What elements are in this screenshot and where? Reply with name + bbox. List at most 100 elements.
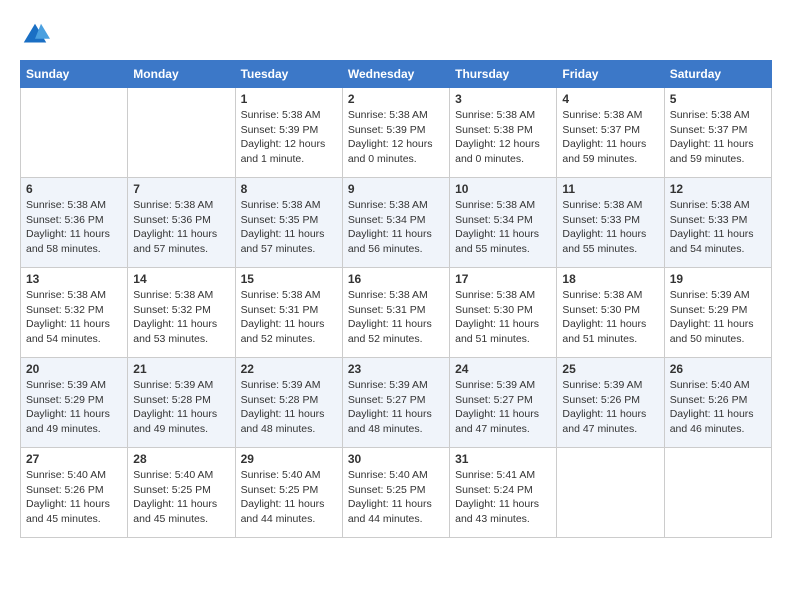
day-number: 2 xyxy=(348,92,444,106)
calendar-cell: 24 Sunrise: 5:39 AMSunset: 5:27 PMDayligh… xyxy=(450,358,557,448)
day-number: 13 xyxy=(26,272,122,286)
calendar-cell: 12 Sunrise: 5:38 AMSunset: 5:33 PMDayligh… xyxy=(664,178,771,268)
day-number: 11 xyxy=(562,182,658,196)
day-number: 17 xyxy=(455,272,551,286)
calendar-cell: 27Sunrise: 5:40 AMSunset: 5:26 PMDayligh… xyxy=(21,448,128,538)
calendar-cell: 17 Sunrise: 5:38 AMSunset: 5:30 PMDayligh… xyxy=(450,268,557,358)
day-number: 31 xyxy=(455,452,551,466)
weekday-header-monday: Monday xyxy=(128,61,235,88)
day-info: Sunrise: 5:38 AMSunset: 5:30 PMDaylight:… xyxy=(562,288,658,347)
day-info: Sunrise: 5:39 AMSunset: 5:28 PMDaylight:… xyxy=(241,378,337,437)
day-info: Sunrise: 5:38 AMSunset: 5:35 PMDaylight:… xyxy=(241,198,337,257)
day-number: 9 xyxy=(348,182,444,196)
day-info: Sunrise: 5:38 AMSunset: 5:37 PMDaylight:… xyxy=(562,108,658,167)
weekday-header-saturday: Saturday xyxy=(664,61,771,88)
day-info: Sunrise: 5:38 AMSunset: 5:33 PMDaylight:… xyxy=(562,198,658,257)
calendar-cell: 9 Sunrise: 5:38 AMSunset: 5:34 PMDaylight… xyxy=(342,178,449,268)
calendar-week-4: 20 Sunrise: 5:39 AMSunset: 5:29 PMDayligh… xyxy=(21,358,772,448)
calendar-cell xyxy=(21,88,128,178)
calendar-cell: 26 Sunrise: 5:40 AMSunset: 5:26 PMDayligh… xyxy=(664,358,771,448)
day-info: Sunrise: 5:41 AMSunset: 5:24 PMDaylight:… xyxy=(455,468,551,527)
calendar-cell: 30 Sunrise: 5:40 AMSunset: 5:25 PMDayligh… xyxy=(342,448,449,538)
calendar-cell: 11 Sunrise: 5:38 AMSunset: 5:33 PMDayligh… xyxy=(557,178,664,268)
weekday-header-wednesday: Wednesday xyxy=(342,61,449,88)
logo xyxy=(20,20,54,50)
day-number: 22 xyxy=(241,362,337,376)
logo-icon xyxy=(20,20,50,50)
day-number: 23 xyxy=(348,362,444,376)
day-info: Sunrise: 5:40 AMSunset: 5:25 PMDaylight:… xyxy=(241,468,337,527)
day-info: Sunrise: 5:40 AMSunset: 5:25 PMDaylight:… xyxy=(133,468,229,527)
calendar-cell: 19Sunrise: 5:39 AMSunset: 5:29 PMDayligh… xyxy=(664,268,771,358)
day-info: Sunrise: 5:38 AMSunset: 5:38 PMDaylight:… xyxy=(455,108,551,167)
day-info: Sunrise: 5:38 AMSunset: 5:34 PMDaylight:… xyxy=(348,198,444,257)
calendar-cell: 29 Sunrise: 5:40 AMSunset: 5:25 PMDayligh… xyxy=(235,448,342,538)
calendar-cell: 10 Sunrise: 5:38 AMSunset: 5:34 PMDayligh… xyxy=(450,178,557,268)
calendar-cell: 16 Sunrise: 5:38 AMSunset: 5:31 PMDayligh… xyxy=(342,268,449,358)
calendar-cell: 8Sunrise: 5:38 AMSunset: 5:35 PMDaylight… xyxy=(235,178,342,268)
day-number: 21 xyxy=(133,362,229,376)
calendar-cell: 21 Sunrise: 5:39 AMSunset: 5:28 PMDayligh… xyxy=(128,358,235,448)
day-info: Sunrise: 5:38 AMSunset: 5:37 PMDaylight:… xyxy=(670,108,766,167)
day-number: 1 xyxy=(241,92,337,106)
day-info: Sunrise: 5:38 AMSunset: 5:36 PMDaylight:… xyxy=(26,198,122,257)
day-number: 27 xyxy=(26,452,122,466)
calendar-cell: 23Sunrise: 5:39 AMSunset: 5:27 PMDayligh… xyxy=(342,358,449,448)
day-info: Sunrise: 5:39 AMSunset: 5:29 PMDaylight:… xyxy=(26,378,122,437)
day-number: 25 xyxy=(562,362,658,376)
weekday-header-row: SundayMondayTuesdayWednesdayThursdayFrid… xyxy=(21,61,772,88)
day-info: Sunrise: 5:40 AMSunset: 5:26 PMDaylight:… xyxy=(670,378,766,437)
day-number: 30 xyxy=(348,452,444,466)
calendar-cell: 4Sunrise: 5:38 AMSunset: 5:37 PMDaylight… xyxy=(557,88,664,178)
calendar-cell: 13 Sunrise: 5:38 AMSunset: 5:32 PMDayligh… xyxy=(21,268,128,358)
day-info: Sunrise: 5:38 AMSunset: 5:31 PMDaylight:… xyxy=(241,288,337,347)
day-number: 7 xyxy=(133,182,229,196)
day-number: 20 xyxy=(26,362,122,376)
calendar-cell: 5 Sunrise: 5:38 AMSunset: 5:37 PMDaylight… xyxy=(664,88,771,178)
calendar-week-5: 27Sunrise: 5:40 AMSunset: 5:26 PMDayligh… xyxy=(21,448,772,538)
calendar-cell: 28 Sunrise: 5:40 AMSunset: 5:25 PMDayligh… xyxy=(128,448,235,538)
day-info: Sunrise: 5:38 AMSunset: 5:33 PMDaylight:… xyxy=(670,198,766,257)
day-info: Sunrise: 5:38 AMSunset: 5:32 PMDaylight:… xyxy=(133,288,229,347)
weekday-header-friday: Friday xyxy=(557,61,664,88)
day-number: 24 xyxy=(455,362,551,376)
day-number: 29 xyxy=(241,452,337,466)
day-info: Sunrise: 5:38 AMSunset: 5:39 PMDaylight:… xyxy=(348,108,444,167)
day-info: Sunrise: 5:38 AMSunset: 5:36 PMDaylight:… xyxy=(133,198,229,257)
day-number: 14 xyxy=(133,272,229,286)
day-info: Sunrise: 5:38 AMSunset: 5:39 PMDaylight:… xyxy=(241,108,337,167)
day-number: 12 xyxy=(670,182,766,196)
day-info: Sunrise: 5:38 AMSunset: 5:31 PMDaylight:… xyxy=(348,288,444,347)
calendar-cell: 14 Sunrise: 5:38 AMSunset: 5:32 PMDayligh… xyxy=(128,268,235,358)
calendar-cell: 20 Sunrise: 5:39 AMSunset: 5:29 PMDayligh… xyxy=(21,358,128,448)
weekday-header-thursday: Thursday xyxy=(450,61,557,88)
calendar-week-2: 6 Sunrise: 5:38 AMSunset: 5:36 PMDaylight… xyxy=(21,178,772,268)
day-number: 3 xyxy=(455,92,551,106)
calendar-cell xyxy=(664,448,771,538)
day-number: 28 xyxy=(133,452,229,466)
calendar-cell: 2 Sunrise: 5:38 AMSunset: 5:39 PMDaylight… xyxy=(342,88,449,178)
calendar-table: SundayMondayTuesdayWednesdayThursdayFrid… xyxy=(20,60,772,538)
day-number: 15 xyxy=(241,272,337,286)
day-info: Sunrise: 5:38 AMSunset: 5:34 PMDaylight:… xyxy=(455,198,551,257)
day-number: 16 xyxy=(348,272,444,286)
day-number: 18 xyxy=(562,272,658,286)
day-number: 26 xyxy=(670,362,766,376)
calendar-week-1: 1 Sunrise: 5:38 AMSunset: 5:39 PMDaylight… xyxy=(21,88,772,178)
day-info: Sunrise: 5:39 AMSunset: 5:26 PMDaylight:… xyxy=(562,378,658,437)
calendar-cell: 1 Sunrise: 5:38 AMSunset: 5:39 PMDaylight… xyxy=(235,88,342,178)
calendar-week-3: 13 Sunrise: 5:38 AMSunset: 5:32 PMDayligh… xyxy=(21,268,772,358)
calendar-cell: 3 Sunrise: 5:38 AMSunset: 5:38 PMDaylight… xyxy=(450,88,557,178)
day-info: Sunrise: 5:38 AMSunset: 5:32 PMDaylight:… xyxy=(26,288,122,347)
day-info: Sunrise: 5:39 AMSunset: 5:29 PMDaylight:… xyxy=(670,288,766,347)
day-number: 5 xyxy=(670,92,766,106)
calendar-cell xyxy=(557,448,664,538)
day-info: Sunrise: 5:38 AMSunset: 5:30 PMDaylight:… xyxy=(455,288,551,347)
day-info: Sunrise: 5:39 AMSunset: 5:28 PMDaylight:… xyxy=(133,378,229,437)
day-info: Sunrise: 5:40 AMSunset: 5:25 PMDaylight:… xyxy=(348,468,444,527)
day-number: 10 xyxy=(455,182,551,196)
page-header xyxy=(20,20,772,50)
day-info: Sunrise: 5:39 AMSunset: 5:27 PMDaylight:… xyxy=(455,378,551,437)
calendar-cell: 18 Sunrise: 5:38 AMSunset: 5:30 PMDayligh… xyxy=(557,268,664,358)
day-number: 6 xyxy=(26,182,122,196)
